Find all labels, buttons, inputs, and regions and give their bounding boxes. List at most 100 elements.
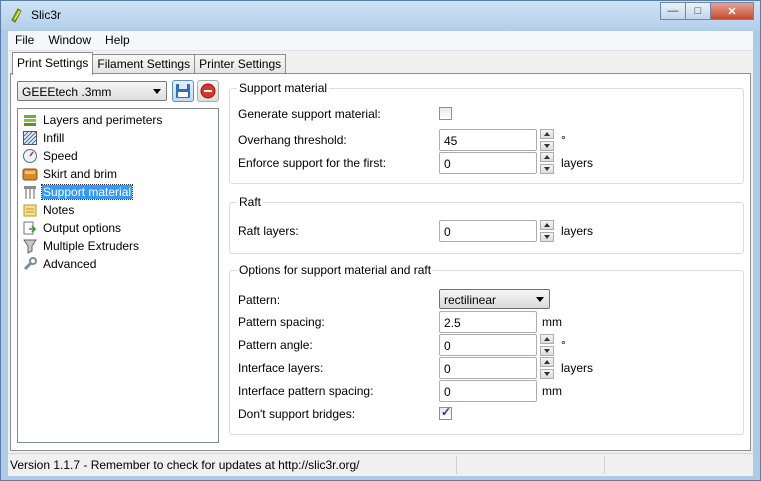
menu-file[interactable]: File [8, 31, 41, 50]
field-label: Raft layers: [238, 224, 299, 238]
field-label: Overhang threshold: [238, 133, 347, 147]
field-label: Enforce support for the first: [238, 156, 387, 170]
dont-support-bridges-checkbox[interactable]: ✓ [439, 405, 452, 420]
spin-down-icon[interactable] [540, 164, 554, 174]
spin-up-icon[interactable] [540, 334, 554, 344]
overhang-threshold-input[interactable]: 45 [439, 129, 537, 151]
slic3r-logo-icon [11, 8, 22, 23]
delete-preset-button[interactable] [197, 80, 219, 102]
save-preset-button[interactable] [172, 80, 194, 102]
pattern-angle-input[interactable]: 0 [439, 334, 537, 356]
sidebar-item-infill[interactable]: Infill [18, 129, 218, 147]
notes-icon [23, 204, 37, 217]
raft-layers-stepper[interactable] [540, 220, 554, 242]
infill-icon [23, 131, 37, 145]
raft-layers-input[interactable]: 0 [439, 220, 537, 242]
status-divider [604, 456, 605, 474]
floppy-disk-icon [176, 84, 190, 98]
title-bar[interactable]: Slic3r — □ ✕ [1, 1, 760, 30]
support-material-group: Support material Generate support materi… [229, 81, 744, 184]
sidebar-item-notes[interactable]: Notes [18, 201, 218, 219]
sidebar-item-multiple-extruders[interactable]: Multiple Extruders [18, 237, 218, 255]
sidebar-item-label: Layers and perimeters [43, 113, 163, 127]
app-window: Slic3r — □ ✕ File Window Help Print Sett… [0, 0, 761, 481]
tab-printer-settings[interactable]: Printer Settings [194, 54, 287, 74]
tab-print-settings[interactable]: Print Settings [12, 52, 94, 75]
menu-help[interactable]: Help [98, 31, 137, 50]
spin-down-icon[interactable] [540, 141, 554, 151]
extruders-icon [23, 239, 37, 254]
chevron-down-icon [153, 89, 161, 94]
pattern-spacing-input[interactable]: 2.5 [439, 311, 537, 333]
chevron-down-icon [536, 297, 544, 302]
sidebar-item-output-options[interactable]: Output options [18, 219, 218, 237]
tab-filament-settings[interactable]: Filament Settings [92, 54, 196, 74]
minimize-button[interactable]: — [660, 2, 686, 20]
sidebar-item-label: Speed [43, 149, 78, 163]
sidebar-item-label: Multiple Extruders [43, 239, 140, 253]
support-icon [24, 186, 36, 199]
spin-down-icon[interactable] [540, 232, 554, 242]
preset-dropdown[interactable]: GEEEtech .3mm [17, 81, 167, 101]
checkmark-icon: ✓ [441, 405, 452, 419]
generate-support-checkbox[interactable] [439, 107, 452, 120]
interface-layers-stepper[interactable] [540, 357, 554, 379]
sidebar-item-label: Notes [43, 203, 75, 217]
sidebar-item-speed[interactable]: Speed [18, 147, 218, 165]
maximize-button[interactable]: □ [685, 2, 711, 20]
print-settings-panel: GEEEtech .3mm Layers and perimeters Infi… [10, 73, 751, 451]
enforce-support-stepper[interactable] [540, 152, 554, 174]
client-area: File Window Help Print Settings Filament… [8, 31, 753, 476]
delete-icon [200, 83, 216, 99]
status-text: Version 1.1.7 - Remember to check for up… [10, 458, 360, 472]
enforce-support-input[interactable]: 0 [439, 152, 537, 174]
field-label: Interface pattern spacing: [238, 384, 374, 398]
unit-label: ° [561, 338, 566, 352]
unit-label: layers [561, 224, 594, 238]
menu-bar: File Window Help [8, 31, 753, 51]
status-bar: Version 1.1.7 - Remember to check for up… [8, 453, 753, 476]
pattern-dropdown[interactable]: rectilinear [439, 289, 550, 309]
output-icon [23, 221, 37, 235]
group-title: Support material [237, 81, 330, 95]
field-label: Pattern spacing: [238, 315, 325, 329]
sidebar-item-skirt-and-brim[interactable]: Skirt and brim [18, 165, 218, 183]
skirt-icon [22, 168, 38, 181]
unit-label: mm [542, 384, 562, 398]
spin-up-icon[interactable] [540, 129, 554, 139]
spin-up-icon[interactable] [540, 220, 554, 230]
spin-down-icon[interactable] [540, 346, 554, 356]
spin-up-icon[interactable] [540, 357, 554, 367]
spin-up-icon[interactable] [540, 152, 554, 162]
support-options-group: Options for support material and raft Pa… [229, 263, 744, 435]
field-label: Pattern: [238, 293, 281, 307]
sidebar-item-label: Infill [43, 131, 65, 145]
sidebar-item-label: Skirt and brim [43, 167, 118, 181]
menu-window[interactable]: Window [41, 31, 98, 50]
sidebar-item-label: Support material [40, 184, 134, 200]
close-button[interactable]: ✕ [710, 2, 754, 20]
window-title: Slic3r [31, 8, 62, 22]
pattern-value: rectilinear [444, 293, 497, 307]
preset-value: GEEEtech .3mm [22, 85, 112, 99]
group-title: Raft [237, 195, 264, 209]
sidebar-item-label: Output options [43, 221, 122, 235]
field-label: Interface layers: [238, 361, 324, 375]
interface-layers-input[interactable]: 0 [439, 357, 537, 379]
group-title: Options for support material and raft [237, 263, 434, 277]
raft-group: Raft Raft layers: 0 layers [229, 195, 744, 254]
overhang-threshold-stepper[interactable] [540, 129, 554, 151]
sidebar-item-layers-and-perimeters[interactable]: Layers and perimeters [18, 111, 218, 129]
spin-down-icon[interactable] [540, 369, 554, 379]
settings-page-tree: Layers and perimeters Infill Speed Skirt… [17, 108, 219, 443]
pattern-angle-stepper[interactable] [540, 334, 554, 356]
unit-label: mm [542, 315, 562, 329]
interface-spacing-input[interactable]: 0 [439, 380, 537, 402]
field-label: Don't support bridges: [238, 407, 356, 421]
sidebar-item-support-material[interactable]: Support material [18, 183, 218, 201]
sidebar-item-label: Advanced [43, 257, 97, 271]
sidebar-item-advanced[interactable]: Advanced [18, 255, 218, 273]
wrench-icon [23, 257, 37, 271]
settings-tabs: Print Settings Filament Settings Printer… [12, 52, 287, 75]
field-label: Pattern angle: [238, 338, 313, 352]
